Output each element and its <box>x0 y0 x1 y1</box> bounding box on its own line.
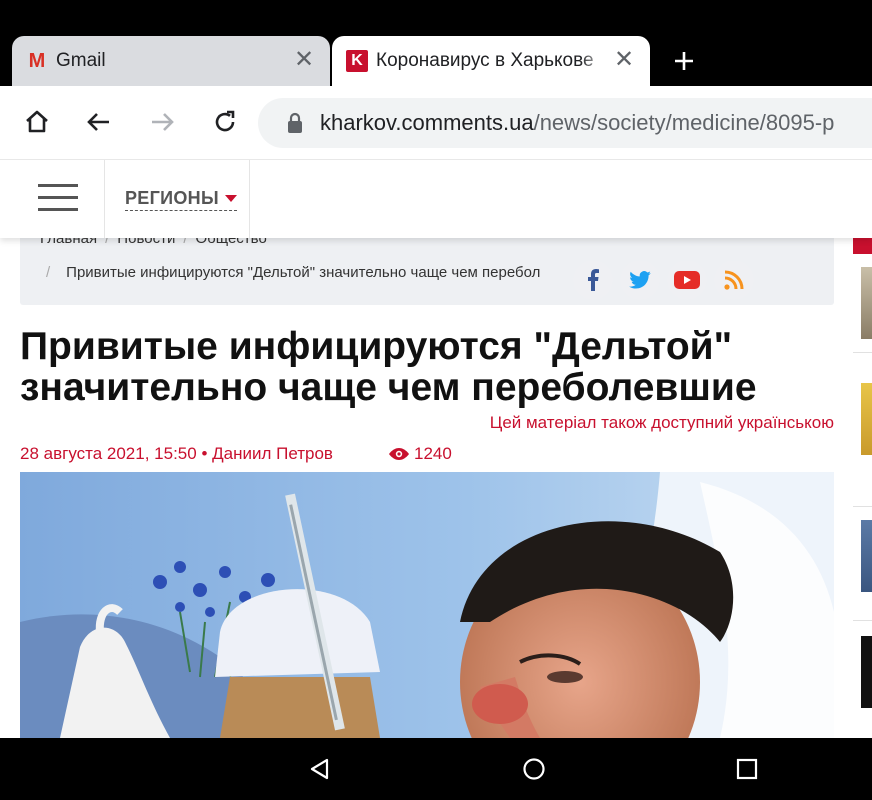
site-header: РЕГИОНЫ <box>0 160 872 238</box>
breadcrumb: Главная / Новости / Общество / Привитые инфиц… <box>20 230 834 305</box>
view-count: 1240 <box>388 444 452 464</box>
eye-icon <box>389 448 409 460</box>
article-meta: 28 августа 2021, 15:50 • Даниил Петров <box>20 444 333 464</box>
plus-icon <box>675 52 693 70</box>
breadcrumb-current-title: Привитые инфицируются "Дельтой" значител… <box>66 264 541 281</box>
twitter-icon <box>629 271 651 289</box>
meta-bullet: • <box>201 444 208 463</box>
browser-toolbar: kharkov.comments.ua/news/society/medicin… <box>0 86 872 160</box>
home-circle-icon <box>523 758 545 780</box>
sick-man-photo <box>20 472 834 738</box>
system-nav-bar <box>0 738 872 800</box>
sidebar-thumb[interactable] <box>861 267 872 339</box>
back-triangle-icon <box>310 758 329 780</box>
sidebar-news-list <box>853 230 872 738</box>
sidebar-thumb[interactable] <box>861 383 872 455</box>
divider <box>104 160 105 238</box>
divider <box>853 620 872 621</box>
sidebar-thumb[interactable] <box>861 520 872 592</box>
system-home-button[interactable] <box>520 755 548 783</box>
lock-icon <box>288 112 302 133</box>
ukrainian-version-link[interactable]: Цей матеріал також доступний українською <box>490 413 834 433</box>
web-page: РЕГИОНЫ Главная / Новости / Общество / Привит… <box>0 160 872 738</box>
breadcrumb-current: / Привитые инфицируются "Дельтой" значите… <box>46 264 541 281</box>
url-path: /news/society/medicine/8095-p <box>533 110 835 135</box>
divider <box>853 506 872 507</box>
reload-button[interactable] <box>207 104 243 140</box>
article-date: 28 августа 2021, 15:50 <box>20 444 197 463</box>
reload-icon <box>215 110 235 132</box>
twitter-button[interactable] <box>620 260 660 300</box>
tab-kharkov[interactable]: K Коронавирус в Харькове ✕ <box>332 36 650 86</box>
kharkov-comments-icon: K <box>346 50 368 72</box>
arrow-back-icon <box>87 113 109 131</box>
url-text: kharkov.comments.ua/news/society/medicin… <box>320 110 834 136</box>
facebook-button[interactable] <box>573 260 613 300</box>
caret-down-icon <box>224 195 237 202</box>
menu-icon[interactable] <box>38 184 80 212</box>
address-bar[interactable]: kharkov.comments.ua/news/society/medicin… <box>258 98 872 148</box>
youtube-icon <box>674 271 700 289</box>
forward-button[interactable] <box>144 104 180 140</box>
rss-button[interactable] <box>714 260 754 300</box>
article-title: Привитые инфицируются "Дельтой" значител… <box>20 325 757 409</box>
tab-title: Коронавирус в Харькове <box>376 50 594 71</box>
recents-square-icon <box>736 758 758 780</box>
new-tab-button[interactable] <box>668 46 700 78</box>
divider <box>249 160 250 238</box>
youtube-button[interactable] <box>667 260 707 300</box>
divider <box>853 352 872 353</box>
regions-label: РЕГИОНЫ <box>125 188 219 208</box>
home-button[interactable] <box>19 104 55 140</box>
url-host: kharkov.comments.ua <box>320 110 534 135</box>
tab-title: Gmail <box>56 50 106 71</box>
tab-gmail[interactable]: M Gmail ✕ <box>12 36 330 86</box>
system-recents-button[interactable] <box>733 755 761 783</box>
facebook-icon <box>588 269 599 291</box>
arrow-forward-icon <box>152 113 174 131</box>
article-image <box>20 472 834 738</box>
close-icon[interactable]: ✕ <box>612 48 636 72</box>
system-back-button[interactable] <box>306 755 334 783</box>
article-author[interactable]: Даниил Петров <box>212 444 333 463</box>
back-button[interactable] <box>81 104 117 140</box>
home-icon <box>26 110 48 133</box>
close-icon[interactable]: ✕ <box>292 48 316 72</box>
regions-dropdown[interactable]: РЕГИОНЫ <box>125 188 237 211</box>
sidebar-thumb[interactable] <box>861 636 872 708</box>
rss-icon <box>724 270 744 290</box>
views-number: 1240 <box>414 444 452 463</box>
gmail-icon: M <box>28 50 46 72</box>
tab-strip: M Gmail ✕ K Коронавирус в Харькове ✕ <box>0 0 872 86</box>
